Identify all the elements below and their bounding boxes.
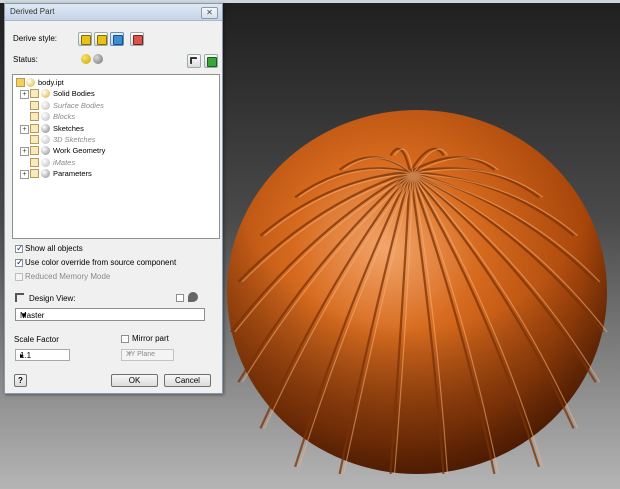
parameters-icon — [41, 169, 50, 179]
3d-sketches-icon — [41, 135, 50, 144]
include-status-icon[interactable] — [30, 157, 39, 167]
solid-bodies-icon — [41, 89, 50, 99]
dialog-title: Derived Part — [10, 7, 55, 16]
include-status-icon[interactable] — [30, 146, 39, 156]
derive-surface-button[interactable] — [130, 32, 144, 46]
chevron-right-icon[interactable]: ▸ — [20, 351, 67, 360]
checkmark-icon — [207, 57, 217, 67]
multiple-bodies-icon — [113, 35, 123, 45]
tree-item-label: Parameters — [53, 169, 92, 179]
chevron-down-icon: ▼ — [126, 351, 133, 358]
expand-icon[interactable]: + — [20, 90, 29, 100]
include-status-icon[interactable] — [16, 78, 25, 87]
sketches-icon — [41, 123, 50, 133]
include-status-icon[interactable] — [30, 123, 39, 133]
scale-factor-input[interactable]: 1.1 ▸ — [15, 349, 70, 361]
surface-body-icon — [133, 35, 143, 45]
expand-icon[interactable]: + — [20, 147, 29, 157]
pumpkin-body-shade — [227, 110, 607, 474]
tree-item-label: Solid Bodies — [53, 89, 95, 99]
reduced-memory-checkbox[interactable] — [15, 273, 23, 281]
scale-factor-label: Scale Factor — [14, 335, 59, 344]
include-status-icon[interactable] — [30, 135, 39, 144]
include-status-icon[interactable] — [30, 89, 39, 99]
accept-button[interactable] — [204, 54, 218, 68]
mirror-part-label: Mirror part — [132, 334, 169, 343]
blocks-icon — [41, 112, 50, 122]
cursor-icon — [190, 57, 197, 64]
help-button[interactable]: ? — [14, 374, 27, 387]
tree-item-label: Sketches — [53, 123, 84, 133]
status-label: Status: — [13, 55, 38, 64]
design-view-icon — [15, 293, 24, 302]
design-view-select[interactable]: Master ▼ — [15, 308, 205, 321]
mirror-plane-select[interactable]: XY Plane ▼ — [121, 349, 174, 361]
color-override-checkbox[interactable] — [15, 257, 24, 268]
tree-item-label: body.ipt — [38, 78, 64, 87]
status-include-icon[interactable] — [81, 54, 91, 64]
close-button[interactable]: ✕ — [201, 7, 218, 19]
tree-item-label: 3D Sketches — [53, 135, 96, 144]
show-all-objects-label: Show all objects — [25, 244, 83, 253]
design-view-link-icon[interactable] — [188, 292, 198, 302]
include-status-icon[interactable] — [30, 100, 39, 110]
cancel-button[interactable]: Cancel — [164, 374, 211, 387]
select-from-base-button[interactable] — [187, 54, 201, 68]
derive-solid-keep-seams-button[interactable] — [94, 32, 108, 46]
include-status-icon[interactable] — [30, 112, 39, 122]
tree-item-label: Surface Bodies — [53, 100, 104, 110]
derived-part-dialog: Derived Part ✕ Derive style: Status: bod… — [4, 3, 223, 394]
status-exclude-icon[interactable] — [93, 54, 103, 64]
single-solid-icon — [81, 35, 91, 45]
solid-keep-seams-icon — [97, 35, 107, 45]
show-all-objects-checkbox[interactable] — [15, 243, 24, 254]
tree-item-label: Blocks — [53, 112, 76, 122]
mirror-part-checkbox[interactable] — [121, 335, 129, 343]
include-status-icon[interactable] — [30, 169, 39, 179]
dialog-titlebar[interactable]: Derived Part ✕ — [5, 4, 222, 21]
tree-item-label: iMates — [53, 157, 76, 167]
part-file-icon — [26, 78, 35, 87]
associative-design-view-checkbox[interactable] — [176, 294, 184, 302]
derive-style-label: Derive style: — [13, 34, 58, 43]
surface-bodies-icon — [41, 100, 50, 110]
reduced-memory-label: Reduced Memory Mode — [25, 272, 111, 281]
chevron-down-icon: ▼ — [20, 311, 28, 320]
source-component-tree[interactable]: body.ipt + Solid Bodies Surface Bodies Block… — [12, 74, 220, 239]
color-override-label: Use color override from source component — [25, 258, 177, 267]
derive-multiple-bodies-button[interactable] — [110, 32, 124, 46]
design-view-label: Design View: — [29, 294, 76, 303]
derive-single-solid-button[interactable] — [78, 32, 92, 46]
tree-item-label: Work Geometry — [53, 146, 106, 156]
expand-icon[interactable]: + — [20, 124, 29, 134]
ok-button[interactable]: OK — [111, 374, 158, 387]
expand-icon[interactable]: + — [20, 170, 29, 180]
work-geometry-icon — [41, 146, 50, 156]
imates-icon — [41, 157, 50, 167]
